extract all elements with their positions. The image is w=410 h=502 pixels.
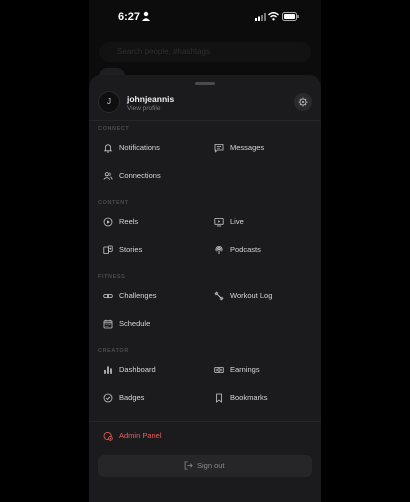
menu-item-label: Stories <box>119 245 143 254</box>
menu-item-label: Bookmarks <box>230 393 268 402</box>
menu-item-admin-panel[interactable]: Admin Panel <box>103 429 203 445</box>
menu-item-podcasts[interactable]: Podcasts <box>214 243 314 259</box>
menu-item-stories[interactable]: Stories <box>103 243 203 259</box>
gear-icon <box>298 97 308 107</box>
sign-out-icon <box>184 461 193 470</box>
menu-item-bookmarks[interactable]: Bookmarks <box>214 391 314 407</box>
play-circle-icon <box>103 217 113 227</box>
menu-item-label: Dashboard <box>119 365 156 374</box>
background-search-bar: Search people, #hashtags <box>99 42 311 62</box>
bookmark-icon <box>216 393 222 403</box>
sign-out-button[interactable]: Sign out <box>98 455 312 477</box>
section-title-content: CONTENT <box>98 200 129 206</box>
status-bar: 6:27 <box>89 0 321 34</box>
admin-panel-label: Admin Panel <box>119 431 162 440</box>
menu-item-label: Schedule <box>119 319 151 328</box>
link-icon <box>103 294 113 299</box>
menu-item-label: Earnings <box>230 365 260 374</box>
menu-item-earnings[interactable]: Earnings <box>214 363 314 379</box>
wifi-icon <box>268 12 279 21</box>
view-profile-link[interactable]: View profile <box>127 105 160 112</box>
section-title-fitness: FITNESS <box>98 274 126 280</box>
menu-item-label: Reels <box>119 217 139 226</box>
menu-item-label: Podcasts <box>230 245 261 254</box>
menu-item-notifications[interactable]: Notifications <box>103 141 203 157</box>
menu-item-label: Messages <box>230 143 265 152</box>
divider <box>89 120 321 121</box>
menu-item-label: Live <box>230 217 244 226</box>
cellular-signal-icon <box>255 13 266 21</box>
divider <box>89 421 321 422</box>
menu-item-workout-log[interactable]: Workout Log <box>214 289 314 305</box>
badge-check-icon <box>103 393 113 403</box>
live-tv-icon <box>214 218 224 227</box>
podcast-icon <box>215 245 223 254</box>
sign-out-label: Sign out <box>197 461 225 470</box>
status-time: 6:27 <box>118 11 141 23</box>
person-icon <box>142 11 150 21</box>
bell-icon <box>103 144 113 153</box>
message-icon <box>214 144 224 153</box>
menu-item-schedule[interactable]: Schedule <box>103 317 203 333</box>
drag-handle[interactable] <box>195 82 215 85</box>
background-search-placeholder: Search people, #hashtags <box>117 47 210 56</box>
phone-screen: 6:27 Search people, #hashtags J johnjean… <box>89 0 321 502</box>
menu-item-dashboard[interactable]: Dashboard <box>103 363 203 379</box>
settings-button[interactable] <box>294 93 312 111</box>
avatar[interactable]: J <box>98 91 120 113</box>
people-icon <box>103 172 113 180</box>
avatar-initial: J <box>107 97 111 106</box>
menu-item-label: Challenges <box>119 291 157 300</box>
menu-item-live[interactable]: Live <box>214 215 314 231</box>
calendar-icon <box>103 319 113 329</box>
menu-item-label: Workout Log <box>230 291 273 300</box>
menu-item-label: Badges <box>119 393 145 402</box>
menu-item-connections[interactable]: Connections <box>103 169 203 185</box>
section-title-connect: CONNECT <box>98 126 130 132</box>
dumbbell-icon <box>214 291 224 301</box>
menu-item-reels[interactable]: Reels <box>103 215 203 231</box>
battery-icon <box>282 12 299 21</box>
section-title-creator: CREATOR <box>98 348 129 354</box>
menu-sheet: J johnjeannis View profile CONNECT Notif… <box>89 75 321 502</box>
profile-username[interactable]: johnjeannis <box>127 94 174 104</box>
admin-icon <box>103 432 113 441</box>
menu-item-messages[interactable]: Messages <box>214 141 314 157</box>
menu-item-challenges[interactable]: Challenges <box>103 289 203 305</box>
menu-item-label: Connections <box>119 171 161 180</box>
menu-item-label: Notifications <box>119 143 160 152</box>
bar-chart-icon <box>104 366 112 374</box>
stories-icon <box>103 245 113 254</box>
profile-header[interactable]: J johnjeannis View profile <box>89 89 321 119</box>
money-icon <box>214 367 224 373</box>
menu-item-badges[interactable]: Badges <box>103 391 203 407</box>
